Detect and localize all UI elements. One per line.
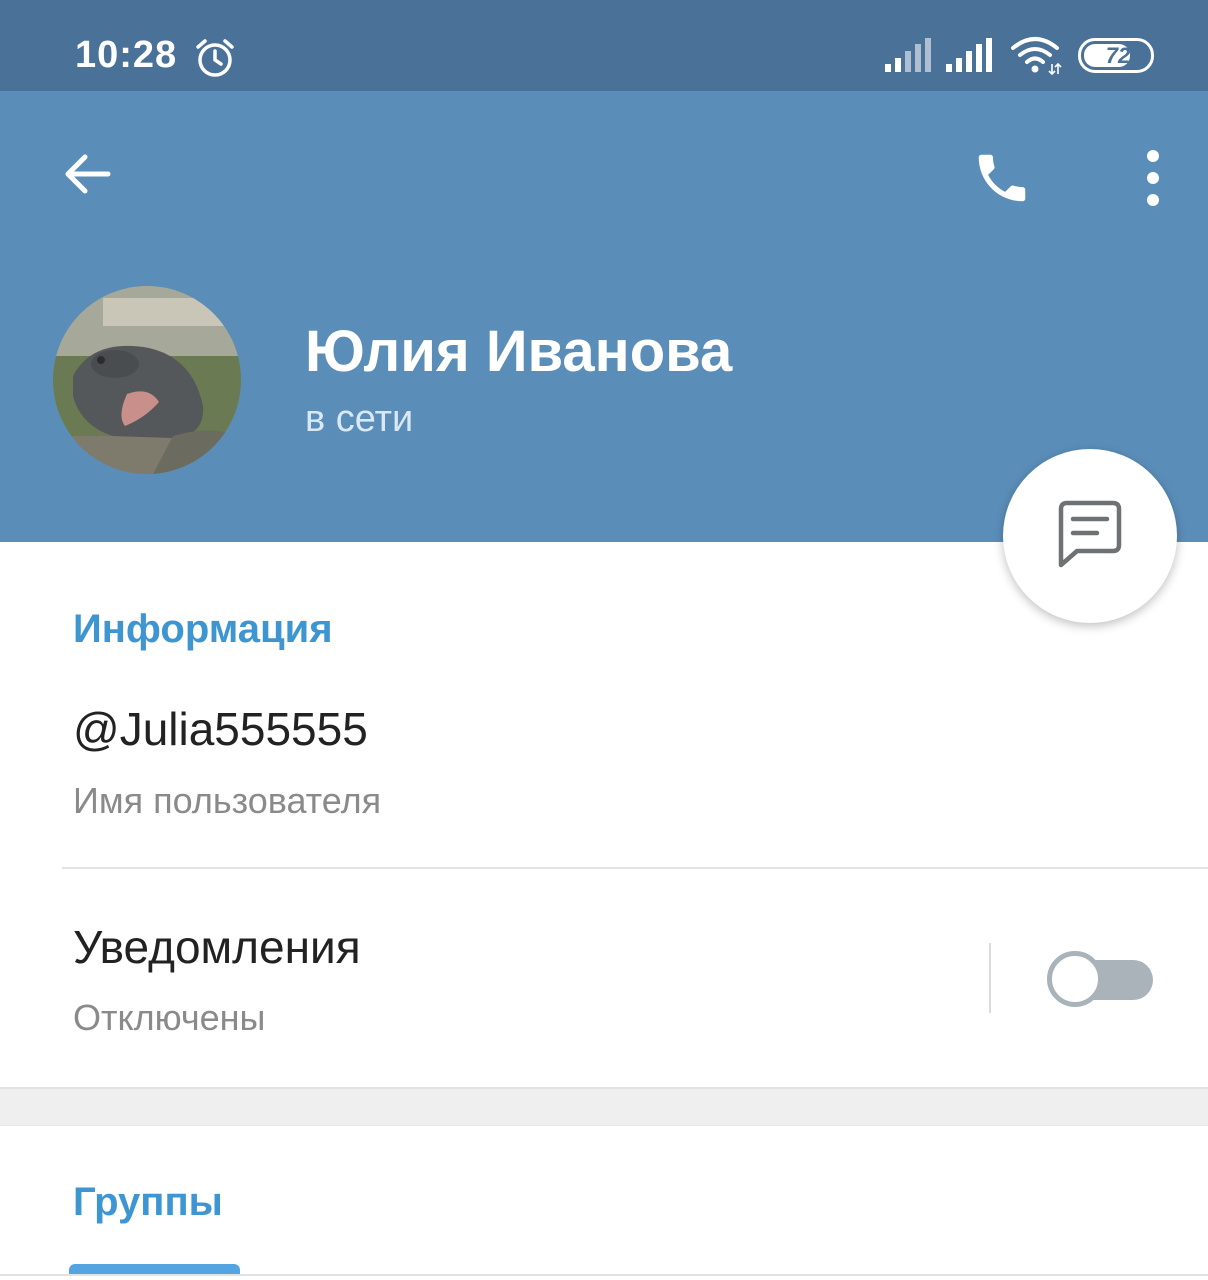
- alarm-icon: [193, 36, 237, 85]
- wifi-icon: [1011, 36, 1063, 81]
- message-icon: [1055, 499, 1125, 574]
- arrow-left-icon: [58, 146, 114, 207]
- avatar[interactable]: [53, 286, 241, 474]
- username-value[interactable]: @Julia555555: [73, 702, 368, 756]
- battery-level: 72: [1105, 42, 1131, 68]
- vertical-divider: [989, 943, 991, 1013]
- section-separator: [0, 1087, 1208, 1126]
- section-title-info: Информация: [73, 607, 333, 651]
- notifications-label[interactable]: Уведомления: [73, 920, 361, 974]
- more-options-button[interactable]: [1125, 140, 1181, 220]
- toggle-knob: [1047, 951, 1103, 1007]
- username-label: Имя пользователя: [73, 780, 382, 821]
- profile-name: Юлия Иванова: [305, 319, 733, 384]
- online-status: в сети: [305, 398, 414, 440]
- status-time: 10:28: [75, 34, 178, 76]
- more-vertical-icon: [1143, 149, 1163, 212]
- status-bar: 10:28 72: [0, 0, 1208, 91]
- send-message-button[interactable]: [1003, 449, 1177, 623]
- signal-icon: [885, 38, 933, 77]
- divider: [62, 867, 1208, 869]
- signal-icon: [946, 38, 994, 77]
- notifications-toggle[interactable]: [1047, 951, 1153, 1007]
- phone-icon: [971, 147, 1033, 214]
- notifications-state: Отключены: [73, 997, 266, 1038]
- battery-icon: 72: [1078, 38, 1154, 73]
- call-button[interactable]: [962, 140, 1042, 220]
- back-button[interactable]: [50, 140, 122, 212]
- divider: [0, 1274, 1208, 1276]
- section-title-groups: Группы: [73, 1180, 223, 1224]
